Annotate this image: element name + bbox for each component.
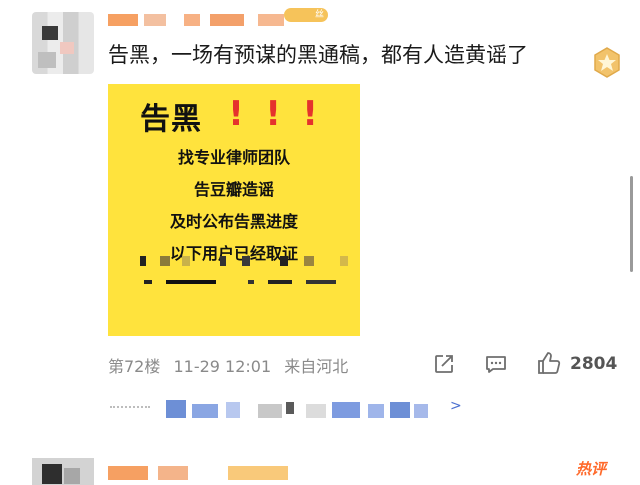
avatar-pixel	[38, 52, 56, 68]
avatar[interactable]	[32, 12, 94, 74]
post-source: 来自河北	[284, 357, 349, 376]
hot-comment-label: 热评	[576, 460, 607, 478]
redaction-block	[258, 404, 282, 418]
thumbs-up-icon[interactable]	[536, 350, 562, 376]
notice-title: 告黑	[140, 102, 202, 137]
redaction-block	[306, 280, 336, 284]
comment-icon[interactable]	[484, 352, 508, 376]
scrollbar[interactable]	[630, 176, 633, 272]
redaction-block	[108, 14, 138, 26]
redaction-block	[220, 256, 226, 266]
redaction-block	[144, 14, 166, 26]
redaction-block	[226, 402, 240, 418]
notice-line: 告豆瓣造谣	[193, 180, 274, 199]
redaction-block	[166, 400, 186, 418]
exclaim-group: ! ! !	[220, 94, 326, 134]
share-icon[interactable]	[432, 352, 456, 376]
redaction-block	[286, 402, 294, 414]
redaction-block	[306, 404, 326, 418]
exclaim-mark: !	[302, 94, 318, 134]
medal-icon	[594, 47, 620, 78]
redaction-block	[140, 256, 146, 266]
redaction-block	[228, 466, 288, 480]
like-count: 2804	[570, 354, 618, 374]
redaction-block	[304, 256, 314, 266]
avatar-pixel	[42, 464, 62, 484]
redaction-block	[192, 404, 218, 418]
reply-preview[interactable]: >	[110, 398, 470, 422]
redaction-block	[248, 280, 254, 284]
notice-line: 及时公布告黑进度	[169, 212, 298, 231]
redaction-block	[414, 404, 428, 418]
redaction-block	[258, 14, 284, 26]
redaction-block	[268, 280, 292, 284]
next-username-redacted[interactable]	[108, 462, 328, 482]
reply-dots	[110, 406, 150, 412]
exclaim-mark: !	[228, 94, 244, 134]
post-datetime: 11-29 12:01	[173, 357, 272, 376]
redaction-block	[332, 402, 360, 418]
username-redacted[interactable]	[108, 10, 308, 28]
avatar-pixel	[60, 42, 74, 54]
redaction-block	[108, 466, 148, 480]
redaction-block	[184, 14, 200, 26]
redaction-block	[368, 404, 384, 418]
redaction-block	[340, 256, 348, 266]
avatar-pixel	[64, 468, 80, 484]
redaction-block	[390, 402, 410, 418]
next-avatar[interactable]	[32, 458, 94, 485]
redaction-block	[160, 256, 170, 266]
redaction-block	[144, 280, 152, 284]
redaction-block	[158, 466, 188, 480]
post-text: 告黑，一场有预谋的黑通稿，都有人造黄谣了	[108, 43, 528, 67]
exclaim-mark: !	[265, 94, 281, 134]
notice-lines: 找专业律师团队 告豆瓣造谣 及时公布告黑进度 以下用户已经取证	[108, 142, 360, 270]
redaction-block	[182, 256, 190, 266]
post-meta: 第72楼 11-29 12:01 来自河北	[108, 353, 356, 377]
redaction-block	[242, 256, 250, 266]
redaction-block	[210, 14, 244, 26]
redaction-block	[280, 256, 288, 266]
floor-number: 第72楼	[108, 357, 161, 376]
notice-line: 找专业律师团队	[177, 148, 290, 167]
vip-badge: 丝	[284, 8, 328, 22]
notice-image[interactable]: 告黑 ! ! ! 找专业律师团队 告豆瓣造谣 及时公布告黑进度 以下用户已经取证	[108, 84, 360, 336]
avatar-pixel	[42, 26, 58, 40]
chevron-right-icon: >	[450, 398, 462, 414]
redaction-block	[166, 280, 216, 284]
